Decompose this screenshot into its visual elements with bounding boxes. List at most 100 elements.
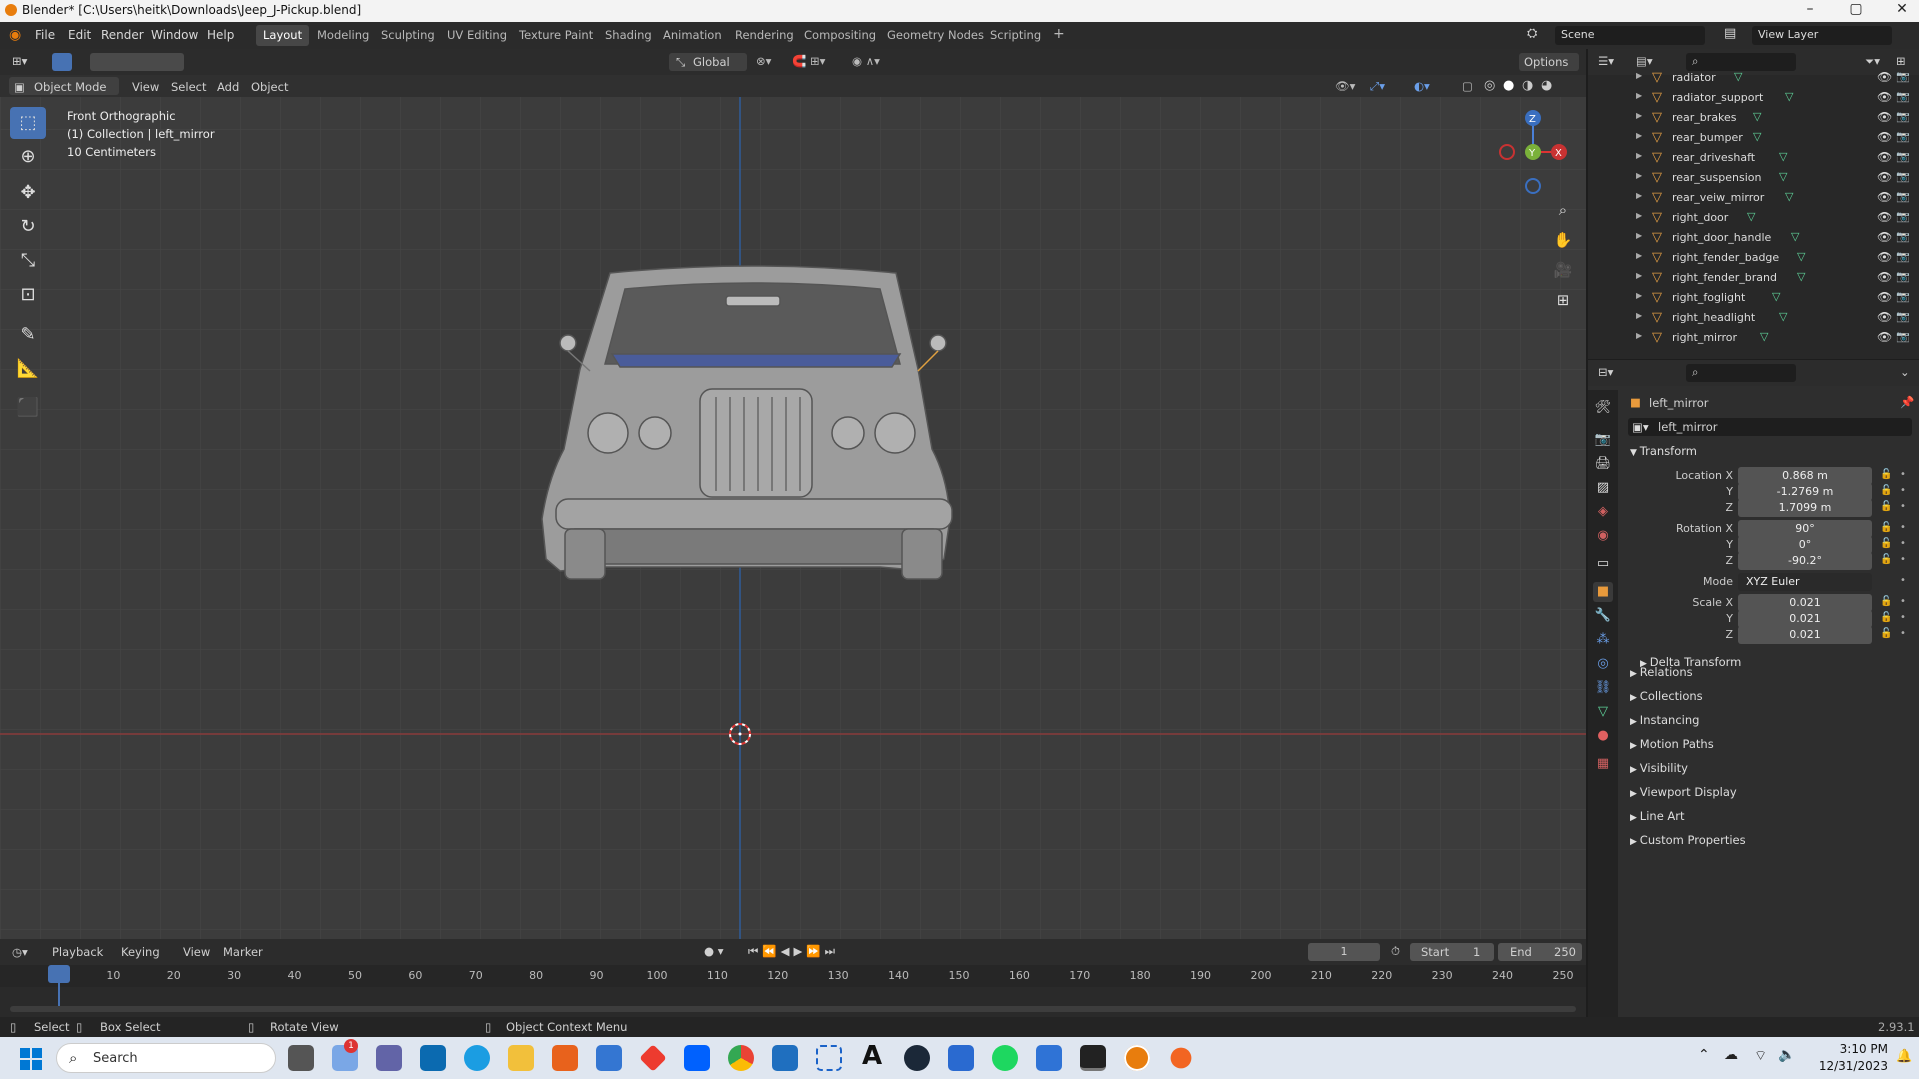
steam-icon[interactable]	[904, 1045, 930, 1071]
expand-arrow-icon[interactable]: ▶	[1636, 291, 1642, 300]
tab-texture-paint[interactable]: Texture Paint	[512, 25, 600, 46]
outliner-item[interactable]: ▶ ▽ radiator ▽ 👁 📷	[1588, 67, 1919, 87]
shading-wireframe-icon[interactable]: ◎	[1484, 78, 1495, 93]
mesh-data-icon[interactable]: ▽	[1760, 330, 1768, 343]
tray-overflow-icon[interactable]: ⌃	[1698, 1047, 1710, 1063]
visibility-eye-icon[interactable]: 👁	[1877, 270, 1892, 284]
tab-layout[interactable]: Layout	[256, 25, 310, 46]
chrome-icon[interactable]	[728, 1045, 754, 1071]
collection-tab-icon[interactable]: ▭	[1593, 554, 1613, 574]
visibility-eye-icon[interactable]: 👁	[1877, 90, 1892, 104]
spotify-icon[interactable]	[992, 1045, 1018, 1071]
rotate-tool-icon[interactable]: ↻	[10, 211, 46, 243]
keyframe-dot-icon[interactable]: •	[1900, 612, 1906, 623]
camera-icon[interactable]: 🎥	[1552, 255, 1574, 285]
scene-icon[interactable]: ⛭	[1527, 26, 1537, 41]
outliner-item[interactable]: ▶ ▽ right_mirror ▽ 👁 📷	[1588, 327, 1919, 347]
visibility-eye-icon[interactable]: 👁	[1877, 310, 1892, 324]
add-workspace-button[interactable]: +	[1046, 23, 1072, 44]
clock-date[interactable]: 12/31/2023	[1812, 1059, 1888, 1073]
view-layer-icon[interactable]: ▤	[1724, 26, 1736, 41]
shading-rendered-icon[interactable]: ◕	[1541, 78, 1552, 93]
outliner-item[interactable]: ▶ ▽ rear_brakes ▽ 👁 📷	[1588, 107, 1919, 127]
properties-section-instancing[interactable]: ▶ Instancing	[1630, 713, 1699, 727]
keyframe-dot-icon[interactable]: •	[1900, 596, 1906, 607]
blender-taskbar-icon[interactable]	[1124, 1045, 1150, 1071]
menu-edit[interactable]: Edit	[68, 28, 91, 42]
lock-icon[interactable]: 🔓	[1880, 628, 1892, 639]
menu-object[interactable]: Object	[251, 80, 288, 94]
close-button[interactable]: ✕	[1879, 1, 1919, 17]
visibility-eye-icon[interactable]: 👁	[1877, 290, 1892, 304]
tab-scripting[interactable]: Scripting	[983, 25, 1048, 46]
store-icon[interactable]	[596, 1045, 622, 1071]
object-datablock-field[interactable]: ▣▾ left_mirror	[1628, 418, 1912, 436]
font-app-icon[interactable]: A	[862, 1041, 882, 1071]
tab-animation[interactable]: Animation	[656, 25, 729, 46]
expand-arrow-icon[interactable]: ▶	[1636, 91, 1642, 100]
tab-shading[interactable]: Shading	[598, 25, 659, 46]
mesh-data-icon[interactable]: ▽	[1734, 70, 1742, 83]
pivot-icon[interactable]: ⊗▾	[756, 54, 771, 68]
menu-render[interactable]: Render	[101, 28, 144, 42]
ortho-grid-icon[interactable]: ⊞	[1552, 285, 1574, 315]
visibility-eye-icon[interactable]: 👁	[1877, 110, 1892, 124]
menu-keying[interactable]: Keying	[121, 945, 160, 959]
gizmo-toggle-icon[interactable]: ⤢▾	[1370, 79, 1385, 94]
cursor-tool-icon[interactable]: ⊕	[10, 141, 46, 173]
lock-icon[interactable]: 🔓	[1880, 554, 1892, 565]
keyframe-dot-icon[interactable]: •	[1900, 469, 1906, 480]
notepad-icon[interactable]	[1036, 1045, 1062, 1071]
outliner-editor-type-icon[interactable]: ☰▾	[1598, 54, 1614, 68]
menu-marker[interactable]: Marker	[223, 945, 263, 959]
outliner-item[interactable]: ▶ ▽ right_door_handle ▽ 👁 📷	[1588, 227, 1919, 247]
render-camera-icon[interactable]: 📷	[1896, 90, 1910, 103]
windows-start-icon[interactable]	[20, 1048, 42, 1070]
measure-tool-icon[interactable]: 📐	[10, 353, 46, 385]
lock-icon[interactable]: 🔓	[1880, 501, 1892, 512]
keyframe-dot-icon[interactable]: •	[1900, 501, 1906, 512]
outliner-item[interactable]: ▶ ▽ right_fender_brand ▽ 👁 📷	[1588, 267, 1919, 287]
notifications-bell-icon[interactable]: 🔔	[1896, 1049, 1912, 1064]
expand-arrow-icon[interactable]: ▶	[1636, 251, 1642, 260]
outliner-item[interactable]: ▶ ▽ rear_suspension ▽ 👁 📷	[1588, 167, 1919, 187]
visibility-eye-icon[interactable]: 👁	[1877, 190, 1892, 204]
render-camera-icon[interactable]: 📷	[1896, 310, 1910, 323]
render-tab-icon[interactable]: 📷	[1593, 430, 1613, 450]
visibility-eye-icon[interactable]: 👁	[1877, 70, 1892, 84]
snap-icon[interactable]: 🧲 ⊞▾	[792, 54, 825, 68]
office-icon[interactable]	[552, 1045, 578, 1071]
mesh-data-icon[interactable]: ▽	[1797, 250, 1805, 263]
pin-icon[interactable]: 📌	[1900, 395, 1914, 409]
mesh-data-icon[interactable]: ▽	[1785, 90, 1793, 103]
visibility-eye-icon[interactable]: 👁	[1877, 170, 1892, 184]
mesh-data-icon[interactable]: ▽	[1785, 190, 1793, 203]
cloud-icon[interactable]: ☁	[1724, 1047, 1738, 1063]
select-tool-icon[interactable]	[52, 53, 72, 71]
auto-keying-icon[interactable]: ● ▾	[704, 944, 723, 958]
tool-tab-icon[interactable]: 🛠	[1593, 398, 1613, 418]
new-collection-icon[interactable]: ⊞	[1896, 54, 1906, 68]
3d-viewport[interactable]: ⊞▾ ⤡ Global ⊗▾ 🧲 ⊞▾ ◉ ∧▾ Options ▣ Objec…	[0, 49, 1586, 939]
outliner-item[interactable]: ▶ ▽ right_foglight ▽ 👁 📷	[1588, 287, 1919, 307]
maximize-button[interactable]: ▢	[1833, 1, 1879, 17]
mesh-data-icon[interactable]: ▽	[1779, 310, 1787, 323]
transform-tool-icon[interactable]: ⊡	[10, 279, 46, 311]
expand-arrow-icon[interactable]: ▶	[1636, 331, 1642, 340]
select-box-tool-icon[interactable]: ⬚	[10, 107, 46, 139]
lock-icon[interactable]: 🔓	[1880, 538, 1892, 549]
render-camera-icon[interactable]: 📷	[1896, 150, 1910, 163]
keyframe-dot-icon[interactable]: •	[1900, 575, 1906, 586]
mesh-data-icon[interactable]: ▽	[1791, 230, 1799, 243]
lock-icon[interactable]: 🔓	[1880, 469, 1892, 480]
render-camera-icon[interactable]: 📷	[1896, 130, 1910, 143]
properties-search-input[interactable]	[1686, 364, 1796, 382]
visibility-eye-icon[interactable]: 👁	[1877, 330, 1892, 344]
properties-section-collections[interactable]: ▶ Collections	[1630, 689, 1703, 703]
overlay-toggle-icon[interactable]: ◐▾	[1414, 79, 1430, 93]
menu-window[interactable]: Window	[151, 28, 198, 42]
tab-sculpting[interactable]: Sculpting	[374, 25, 442, 46]
render-camera-icon[interactable]: 📷	[1896, 170, 1910, 183]
keyframe-dot-icon[interactable]: •	[1900, 554, 1906, 565]
add-cube-tool-icon[interactable]: ⬛	[10, 392, 46, 424]
